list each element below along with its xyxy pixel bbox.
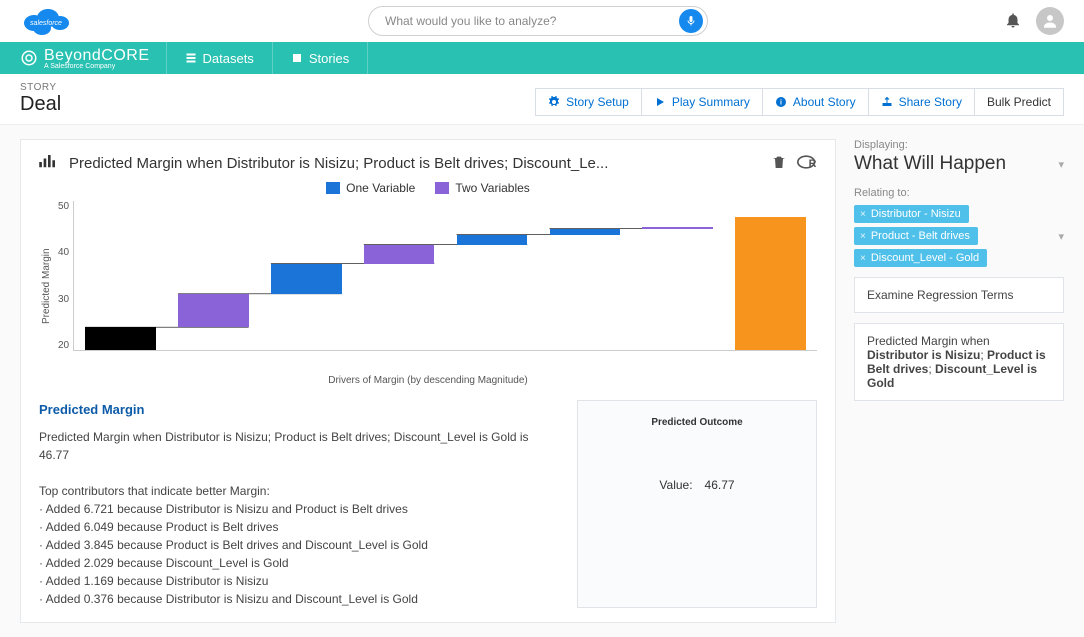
outcome-label: Value: (659, 478, 692, 492)
salesforce-logo: salesforce (20, 3, 72, 39)
close-icon[interactable]: × (860, 209, 866, 220)
nav-label: Stories (309, 51, 349, 66)
outcome-value: 46.77 (705, 478, 735, 492)
contribution-line: · Added 0.376 because Distributor is Nis… (39, 590, 559, 608)
chip-label: Distributor - Nisizu (871, 208, 961, 220)
waterfall-bar (446, 201, 539, 350)
svg-text:R: R (809, 158, 817, 170)
top-header: salesforce What would you like to analyz… (0, 0, 1084, 42)
svg-text:i: i (780, 100, 782, 107)
waterfall-bar (74, 201, 167, 350)
nav-label: Datasets (203, 51, 254, 66)
analysis-text: Predicted Margin Predicted Margin when D… (39, 400, 559, 608)
bulk-predict-button[interactable]: Bulk Predict (975, 88, 1064, 116)
notification-icon[interactable] (1004, 11, 1022, 32)
share-story-button[interactable]: Share Story (869, 88, 975, 116)
main-panel: Predicted Margin when Distributor is Nis… (20, 139, 836, 623)
filter-chip[interactable]: × Discount_Level - Gold (854, 249, 987, 267)
summary-line: Predicted Margin when Distributor is Nis… (39, 428, 559, 464)
search-placeholder: What would you like to analyze? (385, 14, 679, 28)
filter-chip[interactable]: × Product - Belt drives (854, 227, 978, 245)
close-icon[interactable]: × (860, 231, 866, 242)
sub-header: STORY Deal Story Setup Play Summary i Ab… (0, 74, 1084, 125)
nav-stories[interactable]: Stories (272, 42, 368, 74)
displaying-dropdown[interactable]: What Will Happen ▾ (854, 153, 1064, 175)
close-icon[interactable]: × (860, 253, 866, 264)
brand-name: BeyondCORE (44, 47, 150, 65)
legend-one-variable: One Variable (326, 181, 415, 195)
chevron-down-icon: ▾ (1058, 158, 1064, 171)
story-setup-button[interactable]: Story Setup (535, 88, 642, 116)
play-summary-button[interactable]: Play Summary (642, 88, 763, 116)
chart-type-icon[interactable] (39, 155, 57, 172)
waterfall-chart: Predicted Margin 50 40 30 20 (39, 201, 817, 371)
filter-chip[interactable]: × Distributor - Nisizu (854, 205, 969, 223)
prediction-summary-box[interactable]: Predicted Margin when Distributor is Nis… (854, 323, 1064, 401)
y-axis-ticks: 50 40 30 20 (54, 201, 73, 351)
story-title: Deal (20, 93, 61, 116)
chip-label: Discount_Level - Gold (871, 252, 979, 264)
waterfall-bar (724, 201, 817, 350)
action-buttons: Story Setup Play Summary i About Story S… (535, 88, 1064, 116)
waterfall-bar (353, 201, 446, 350)
relating-label: Relating to: (854, 187, 1064, 199)
displaying-label: Displaying: (854, 139, 1064, 151)
contrib-heading: Top contributors that indicate better Ma… (39, 482, 559, 500)
search-input[interactable]: What would you like to analyze? (368, 6, 708, 36)
contribution-line: · Added 3.845 because Product is Belt dr… (39, 536, 559, 554)
r-export-icon[interactable]: R (797, 154, 817, 173)
chart-legend: One Variable Two Variables (39, 181, 817, 195)
about-story-button[interactable]: i About Story (763, 88, 869, 116)
waterfall-bar (167, 201, 260, 350)
chip-label: Product - Belt drives (871, 230, 970, 242)
outcome-heading: Predicted Outcome (594, 417, 800, 428)
contribution-line: · Added 6.049 because Product is Belt dr… (39, 518, 559, 536)
regression-terms-box[interactable]: Examine Regression Terms (854, 277, 1064, 313)
waterfall-bar (260, 201, 353, 350)
contribution-line: · Added 2.029 because Discount_Level is … (39, 554, 559, 572)
predicted-outcome-box: Predicted Outcome Value: 46.77 (577, 400, 817, 608)
avatar[interactable] (1036, 7, 1064, 35)
waterfall-bar (631, 201, 724, 350)
side-panel: Displaying: What Will Happen ▾ Relating … (854, 139, 1064, 401)
story-kicker: STORY (20, 82, 61, 93)
legend-two-variables: Two Variables (435, 181, 529, 195)
chevron-down-icon[interactable]: ▾ (1058, 230, 1064, 243)
chart-title: Predicted Margin when Distributor is Nis… (69, 155, 759, 172)
nav-bar: BeyondCORE A Salesforce Company Datasets… (0, 42, 1084, 74)
mic-button[interactable] (679, 9, 703, 33)
delete-icon[interactable] (771, 154, 787, 173)
predicted-margin-heading: Predicted Margin (39, 400, 559, 420)
x-axis-label: Drivers of Margin (by descending Magnitu… (39, 375, 817, 386)
waterfall-bar (538, 201, 631, 350)
svg-text:salesforce: salesforce (30, 20, 62, 27)
brand-logo: BeyondCORE A Salesforce Company (20, 47, 150, 70)
nav-datasets[interactable]: Datasets (166, 42, 272, 74)
contribution-line: · Added 6.721 because Distributor is Nis… (39, 500, 559, 518)
y-axis-label: Predicted Margin (39, 201, 54, 371)
